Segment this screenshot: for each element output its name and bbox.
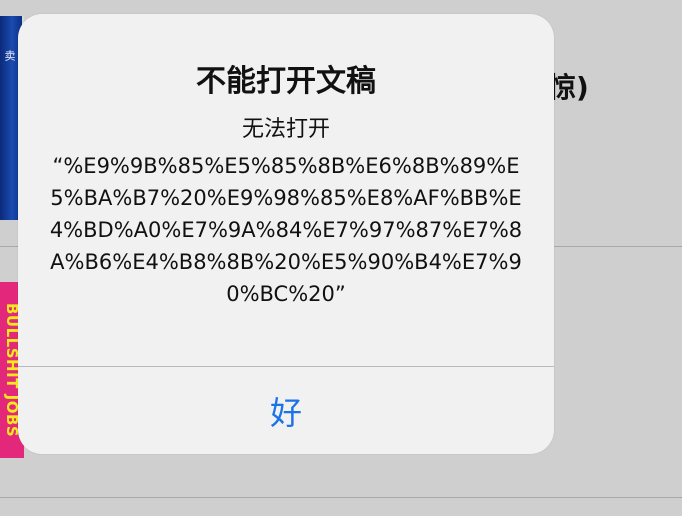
alert-message-filename: “%E9%9B%85%E5%85%8B%E6%8B%89%E5%BA%B7%20…: [49, 154, 523, 306]
list-divider: [0, 497, 682, 498]
alert-message-intro: 无法打开: [241, 117, 330, 142]
background-title-fragment: 惊): [548, 71, 589, 104]
alert-message: 无法打开 “%E9%9B%85%E5%85%8B%E6%8B%89%E5%BA%…: [38, 116, 534, 310]
alert-dialog: 不能打开文稿 无法打开 “%E9%9B%85%E5%85%8B%E6%8B%89…: [18, 14, 554, 454]
alert-title: 不能打开文稿: [196, 64, 376, 99]
book-cover-edge-text: 卖: [3, 50, 16, 61]
ok-button[interactable]: 好: [18, 367, 554, 454]
screen: 卖 惊) BULLSHIT JOBS 不能打开文稿 无法打开 “%E9%9B%8…: [0, 0, 682, 516]
